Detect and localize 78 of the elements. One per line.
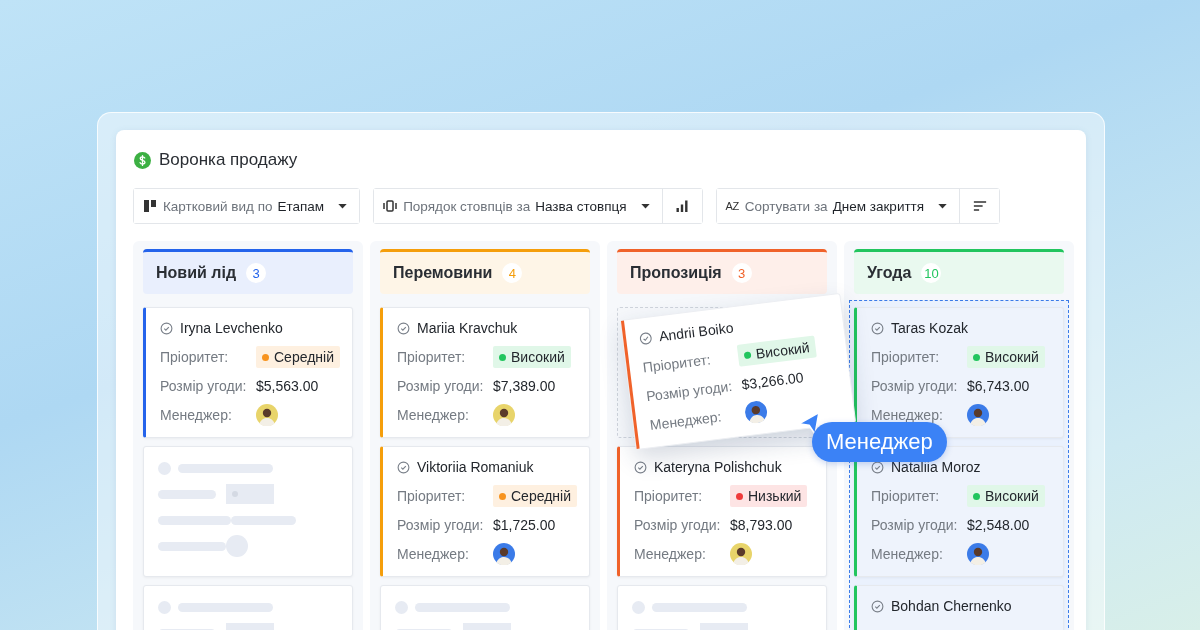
priority-value: Середній <box>511 488 571 504</box>
columns-icon <box>383 199 398 213</box>
priority-value: Низький <box>748 488 802 504</box>
deal-card[interactable]: Iryna Levchenko Пріоритет: Середній Розмір угоди: $5,563.00 Менеджер: <box>143 307 353 438</box>
check-circle-icon <box>638 330 653 346</box>
field-label: Пріоритет: <box>160 349 230 365</box>
sort-order-button[interactable] <box>959 189 1000 223</box>
field-label: Розмір угоди: <box>634 517 722 533</box>
deal-amount: $5,563.00 <box>256 378 319 394</box>
deal-card[interactable]: Mariia Kravchuk Пріоритет: Високий Розмір угоди: $7,389.00 Менеджер: <box>380 307 590 438</box>
contact-name: Taras Kozak <box>891 320 969 336</box>
check-circle-icon <box>634 460 647 474</box>
view-dropdown[interactable]: Картковий вид по Етапам <box>134 189 360 223</box>
contact-name: Iryna Levchenko <box>180 320 283 336</box>
field-label: Менеджер: <box>160 407 233 423</box>
count-badge: 4 <box>502 263 523 283</box>
column-title: Пропозиція <box>630 264 722 282</box>
column-title: Перемовини <box>393 264 493 282</box>
deal-amount: $6,743.00 <box>967 378 1030 394</box>
deal-card[interactable]: Bohdan Chernenko <box>854 585 1064 630</box>
dollar-icon <box>134 151 151 169</box>
deal-amount: $8,793.00 <box>730 517 793 533</box>
field-label: Розмір угоди: <box>645 376 734 405</box>
column-title: Новий лід <box>156 264 237 282</box>
caret-icon <box>640 203 650 209</box>
priority-value: Високий <box>511 349 565 365</box>
cursor-label: Менеджер <box>812 422 947 462</box>
field-label: Менеджер: <box>397 546 470 562</box>
count-badge: 3 <box>246 263 267 283</box>
check-circle-icon <box>871 460 884 474</box>
priority-value: Середній <box>274 349 334 365</box>
check-circle-icon <box>160 321 173 335</box>
count-badge: 3 <box>731 263 752 283</box>
field-label: Пріоритет: <box>397 349 467 365</box>
field-label: Розмір угоди: <box>160 378 248 394</box>
contact-name: Andrii Boiko <box>658 319 735 345</box>
caret-icon <box>938 203 948 209</box>
field-label: Пріоритет: <box>634 488 704 504</box>
field-label: Пріоритет: <box>641 350 713 376</box>
deal-card[interactable]: Taras Kozak Пріоритет: Високий Розмір угоди: $6,743.00 Менеджер: <box>854 307 1064 438</box>
sort-lines-icon <box>972 199 987 213</box>
check-circle-icon <box>871 321 884 335</box>
deal-card[interactable]: Kateryna Polishchuk Пріоритет: Низький Розмір угоди: $8,793.00 Менеджер: <box>617 446 827 577</box>
field-label: Менеджер: <box>871 546 944 562</box>
caret-icon <box>338 203 348 209</box>
check-circle-icon <box>397 321 410 335</box>
field-label: Розмір угоди: <box>397 517 485 533</box>
field-label: Пріоритет: <box>871 349 941 365</box>
priority-value: Високий <box>755 339 811 362</box>
deal-amount: $7,389.00 <box>493 378 556 394</box>
field-label: Менеджер: <box>648 407 724 434</box>
field-label: Розмір угоди: <box>871 378 959 394</box>
deal-amount: $1,725.00 <box>493 517 556 533</box>
field-label: Пріоритет: <box>397 488 467 504</box>
field-label: Менеджер: <box>871 407 944 423</box>
contact-name: Kateryna Polishchuk <box>654 459 782 475</box>
chart-button[interactable] <box>661 189 702 223</box>
deal-card[interactable]: Viktoriia Romaniuk Пріоритет: Середній Розмір угоди: $1,725.00 Менеджер: <box>380 446 590 577</box>
count-badge: 10 <box>921 263 942 283</box>
board-icon <box>143 199 157 213</box>
board-title: Воронка продажу <box>159 150 298 170</box>
priority-value: Високий <box>985 488 1039 504</box>
column-title: Угода <box>867 264 912 282</box>
check-circle-icon <box>397 460 410 474</box>
deal-amount: $3,266.00 <box>740 369 805 393</box>
field-label: Пріоритет: <box>871 488 941 504</box>
field-label: Розмір угоди: <box>397 378 485 394</box>
field-label: Менеджер: <box>397 407 470 423</box>
deal-amount: $2,548.00 <box>967 517 1030 533</box>
contact-name: Viktoriia Romaniuk <box>417 459 534 475</box>
contact-name: Bohdan Chernenko <box>891 598 1012 614</box>
priority-value: Високий <box>985 349 1039 365</box>
field-label: Менеджер: <box>634 546 707 562</box>
bar-chart-icon <box>675 199 690 213</box>
check-circle-icon <box>871 599 884 613</box>
contact-name: Nataliia Moroz <box>891 459 981 475</box>
field-label: Розмір угоди: <box>871 517 959 533</box>
contact-name: Mariia Kravchuk <box>417 320 518 336</box>
